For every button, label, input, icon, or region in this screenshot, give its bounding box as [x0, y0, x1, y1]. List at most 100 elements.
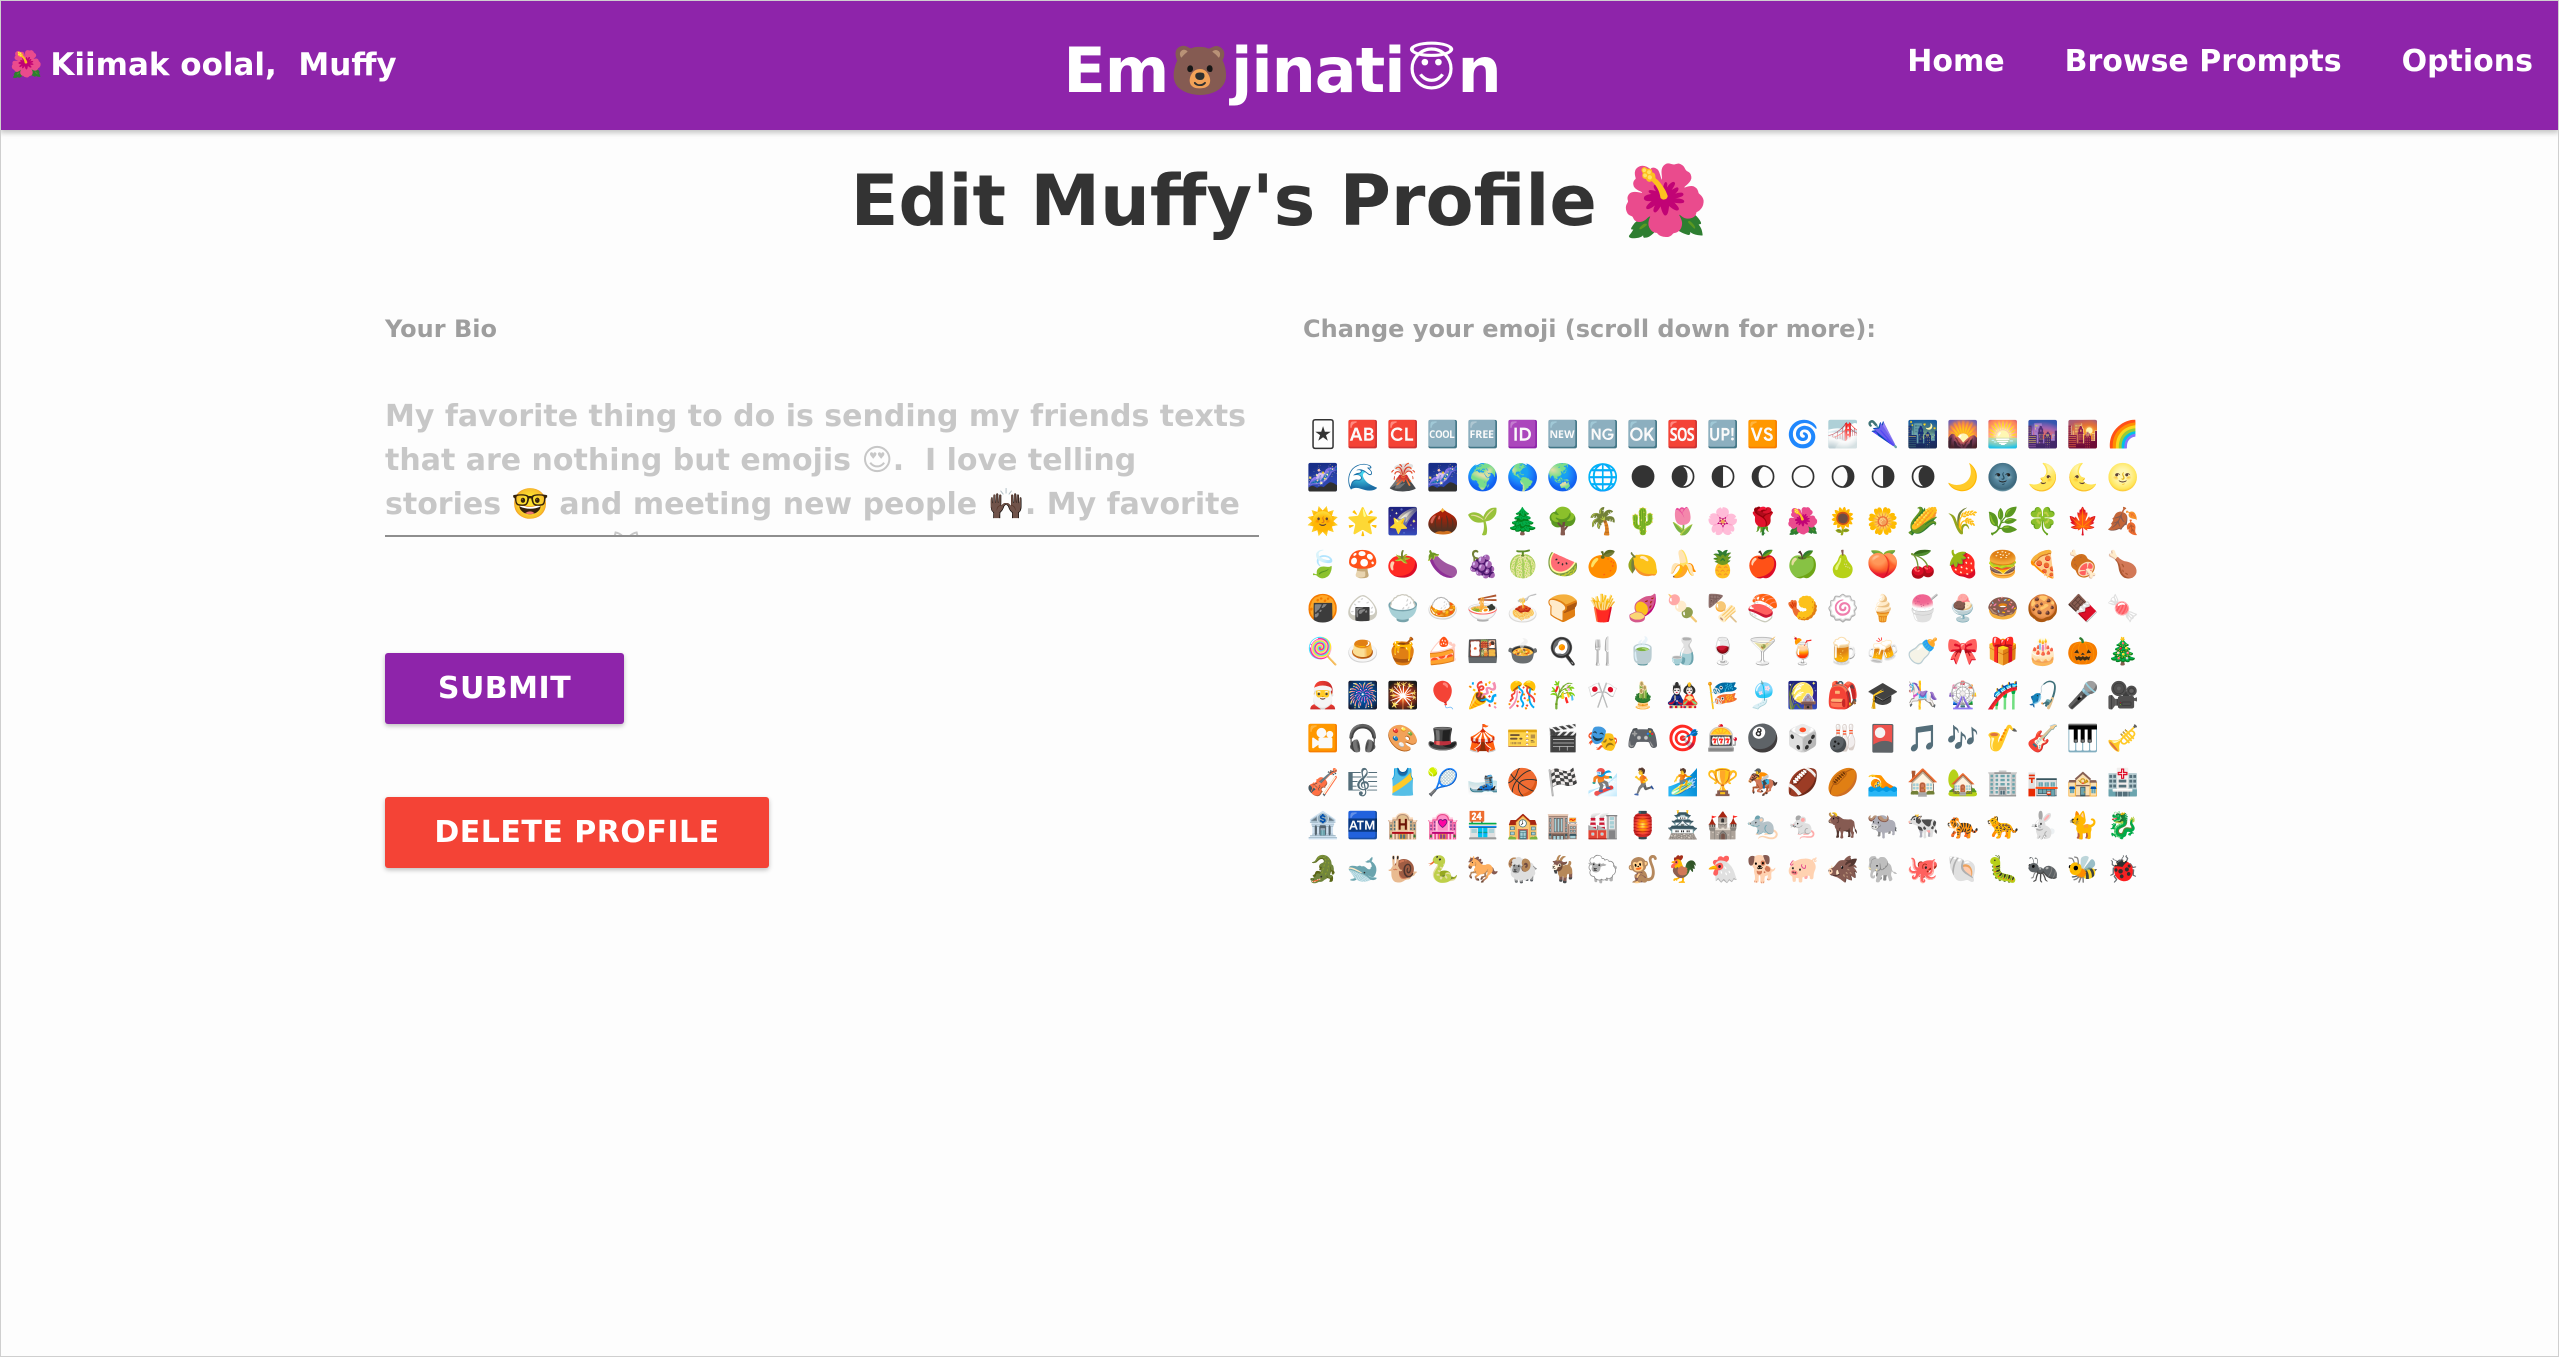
emoji-option[interactable]: 🏨 — [1383, 805, 1423, 849]
emoji-option[interactable]: 🎂 — [2023, 631, 2063, 675]
emoji-option[interactable]: 🎄 — [2103, 631, 2143, 675]
emoji-option[interactable]: 🐌 — [1383, 848, 1423, 892]
emoji-option[interactable]: 🎅 — [1303, 674, 1343, 718]
emoji-option[interactable]: 🌓 — [1703, 457, 1743, 501]
emoji-option[interactable]: 🐆 — [1983, 805, 2023, 849]
emoji-option[interactable]: 🌁 — [1823, 413, 1863, 457]
bio-textarea[interactable]: My favorite thing to do is sending my fr… — [385, 395, 1259, 537]
emoji-option[interactable]: 🌊 — [1343, 457, 1383, 501]
emoji-option[interactable]: 🌋 — [1383, 457, 1423, 501]
emoji-option[interactable]: 🏪 — [1463, 805, 1503, 849]
emoji-option[interactable]: 🎑 — [1783, 674, 1823, 718]
emoji-option[interactable]: 🍖 — [2063, 544, 2103, 588]
emoji-option[interactable]: 🏦 — [1303, 805, 1343, 849]
emoji-option[interactable]: 🏭 — [1583, 805, 1623, 849]
emoji-option[interactable]: 🎴 — [1863, 718, 1903, 762]
emoji-option[interactable]: 🌎 — [1503, 457, 1543, 501]
emoji-option[interactable]: 🎳 — [1823, 718, 1863, 762]
emoji-option[interactable]: 🍞 — [1543, 587, 1583, 631]
emoji-option[interactable]: 🎸 — [2023, 718, 2063, 762]
emoji-option[interactable]: 🏄 — [1663, 761, 1703, 805]
emoji-option[interactable]: 🌃 — [1903, 413, 1943, 457]
emoji-option[interactable]: 🏯 — [1663, 805, 1703, 849]
emoji-option[interactable]: 🎮 — [1623, 718, 1663, 762]
emoji-option[interactable]: 🌄 — [1943, 413, 1983, 457]
emoji-option[interactable]: 🌀 — [1783, 413, 1823, 457]
emoji-option[interactable]: 🏇 — [1743, 761, 1783, 805]
emoji-option[interactable]: 🐚 — [1943, 848, 1983, 892]
emoji-option[interactable]: 🆚 — [1743, 413, 1783, 457]
emoji-option[interactable]: 🌐 — [1583, 457, 1623, 501]
emoji-option[interactable]: 🏤 — [2063, 761, 2103, 805]
emoji-option[interactable]: 🆒 — [1423, 413, 1463, 457]
emoji-option[interactable]: 🍤 — [1783, 587, 1823, 631]
emoji-option[interactable]: 🏮 — [1623, 805, 1663, 849]
emoji-option[interactable]: 🏆 — [1703, 761, 1743, 805]
emoji-option[interactable]: 🐋 — [1343, 848, 1383, 892]
emoji-option[interactable]: 🍲 — [1503, 631, 1543, 675]
emoji-option[interactable]: 🍰 — [1423, 631, 1463, 675]
emoji-option[interactable]: 🍚 — [1383, 587, 1423, 631]
emoji-option[interactable]: 🐀 — [1743, 805, 1783, 849]
emoji-option[interactable]: 🍁 — [2063, 500, 2103, 544]
emoji-option[interactable]: 🏧 — [1343, 805, 1383, 849]
emoji-option[interactable]: 🌗 — [1863, 457, 1903, 501]
emoji-option[interactable]: 🍴 — [1583, 631, 1623, 675]
emoji-option[interactable]: 🌽 — [1903, 500, 1943, 544]
emoji-option[interactable]: 🐒 — [1623, 848, 1663, 892]
emoji-option[interactable]: 🍸 — [1743, 631, 1783, 675]
emoji-option[interactable]: 🌳 — [1543, 500, 1583, 544]
emoji-option[interactable]: 🐉 — [2103, 805, 2143, 849]
emoji-option[interactable]: 🎠 — [1903, 674, 1943, 718]
emoji-option[interactable]: 🏢 — [1983, 761, 2023, 805]
emoji-option[interactable]: 🏣 — [2023, 761, 2063, 805]
emoji-option[interactable]: 🎹 — [2063, 718, 2103, 762]
emoji-option[interactable]: 🎲 — [1783, 718, 1823, 762]
emoji-option[interactable]: 🍇 — [1463, 544, 1503, 588]
emoji-option[interactable]: 🍫 — [2063, 587, 2103, 631]
emoji-option[interactable]: 🎆 — [1343, 674, 1383, 718]
emoji-option[interactable]: 🎾 — [1423, 761, 1463, 805]
emoji-option[interactable]: 🌕 — [1783, 457, 1823, 501]
emoji-option[interactable]: 🍡 — [1663, 587, 1703, 631]
emoji-option[interactable]: 🍙 — [1343, 587, 1383, 631]
emoji-option[interactable]: 🌈 — [2103, 413, 2143, 457]
emoji-option[interactable]: 🆕 — [1543, 413, 1583, 457]
nav-browse-prompts-link[interactable]: Browse Prompts — [2065, 44, 2342, 79]
emoji-option[interactable]: 🌠 — [1383, 500, 1423, 544]
emoji-option[interactable]: 🍬 — [2103, 587, 2143, 631]
emoji-option[interactable]: 🍺 — [1823, 631, 1863, 675]
emoji-option[interactable]: 🍃 — [1303, 544, 1343, 588]
emoji-option[interactable]: 🐁 — [1783, 805, 1823, 849]
emoji-option[interactable]: 🏠 — [1903, 761, 1943, 805]
emoji-option[interactable]: 🍈 — [1503, 544, 1543, 588]
emoji-option[interactable]: 🌂 — [1863, 413, 1903, 457]
emoji-option[interactable]: 🍶 — [1663, 631, 1703, 675]
emoji-option[interactable]: 🍭 — [1303, 631, 1343, 675]
emoji-option[interactable]: 🎦 — [1303, 718, 1343, 762]
emoji-option[interactable]: 🎧 — [1343, 718, 1383, 762]
emoji-option[interactable]: 🎱 — [1743, 718, 1783, 762]
emoji-option[interactable]: 🎋 — [1543, 674, 1583, 718]
emoji-option[interactable]: 🎬 — [1543, 718, 1583, 762]
emoji-option[interactable]: 🐙 — [1903, 848, 1943, 892]
emoji-option[interactable]: 🍓 — [1943, 544, 1983, 588]
emoji-option[interactable]: 🍦 — [1863, 587, 1903, 631]
emoji-option[interactable]: 🎍 — [1623, 674, 1663, 718]
emoji-option[interactable]: 🐐 — [1543, 848, 1583, 892]
emoji-option[interactable]: 🌱 — [1463, 500, 1503, 544]
emoji-option[interactable]: 🐑 — [1583, 848, 1623, 892]
emoji-option[interactable]: 🌰 — [1423, 500, 1463, 544]
submit-button[interactable]: SUBMIT — [385, 653, 624, 724]
emoji-option[interactable]: 🎷 — [1983, 718, 2023, 762]
emoji-option[interactable]: 🏫 — [1503, 805, 1543, 849]
emoji-option[interactable]: 🍗 — [2103, 544, 2143, 588]
emoji-option[interactable]: 🍣 — [1743, 587, 1783, 631]
emoji-option[interactable]: 🏁 — [1543, 761, 1583, 805]
emoji-option[interactable]: 🎐 — [1743, 674, 1783, 718]
emoji-option[interactable]: 🎇 — [1383, 674, 1423, 718]
emoji-option[interactable]: 🍆 — [1423, 544, 1463, 588]
emoji-option[interactable]: 🌿 — [1983, 500, 2023, 544]
emoji-option[interactable]: 🐈 — [2063, 805, 2103, 849]
emoji-option[interactable]: 🐜 — [2023, 848, 2063, 892]
